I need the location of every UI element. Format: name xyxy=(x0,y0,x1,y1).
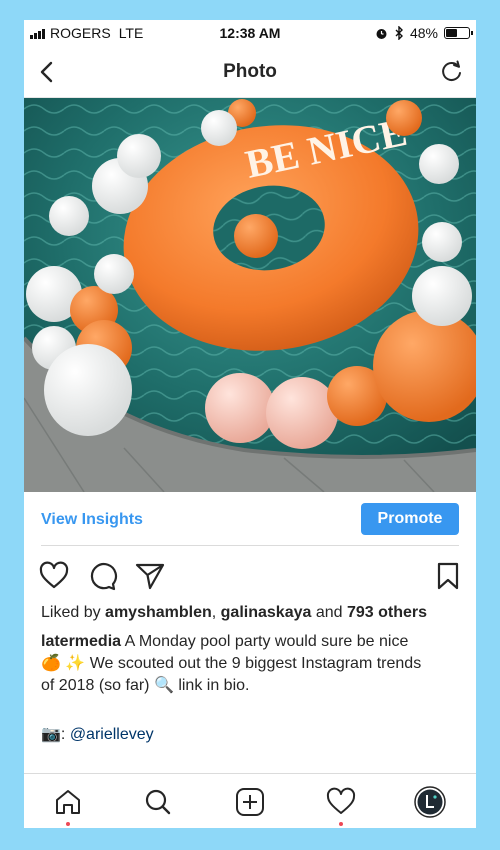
view-insights-link[interactable]: View Insights xyxy=(41,511,143,529)
tab-bar xyxy=(24,773,476,828)
bookmark-icon[interactable] xyxy=(432,560,464,592)
caption-username[interactable]: latermedia xyxy=(41,633,121,650)
phone-screen: ROGERS LTE 12:38 AM 48% Photo BE NICE Vi… xyxy=(24,20,476,828)
add-icon[interactable] xyxy=(234,786,266,818)
credit-mention-link[interactable]: @ariellevey xyxy=(70,726,154,743)
status-right: 48% xyxy=(375,25,473,41)
likes-prefix: Liked by xyxy=(41,604,106,621)
status-bar: ROGERS LTE 12:38 AM 48% xyxy=(24,20,476,46)
pool-photo-image: BE NICE xyxy=(24,98,476,492)
caption-text-2: 🍊 ✨ We scouted out the 9 biggest Instagr… xyxy=(41,655,422,672)
notification-dot xyxy=(66,822,70,826)
likes-and: and xyxy=(311,604,347,621)
likes-separator: , xyxy=(211,604,221,621)
likes-line: Liked by amyshamblen, galinaskaya and 79… xyxy=(41,604,427,622)
liker-link[interactable]: amyshamblen xyxy=(105,604,212,621)
photo-credit: 📷: @ariellevey xyxy=(41,724,154,744)
divider xyxy=(41,545,459,546)
page-title: Photo xyxy=(223,61,277,82)
heart-icon[interactable] xyxy=(38,560,70,592)
battery-fill xyxy=(446,29,457,37)
others-link[interactable]: 793 others xyxy=(347,604,427,621)
caption-text-3: of 2018 (so far) 🔍 link in bio. xyxy=(41,677,250,694)
insights-row: View Insights Promote xyxy=(24,492,476,546)
promote-button[interactable]: Promote xyxy=(361,503,459,535)
share-icon[interactable] xyxy=(134,560,166,592)
post-caption: latermedia A Monday pool party would sur… xyxy=(41,631,461,697)
liker-link[interactable]: galinaskaya xyxy=(221,604,312,621)
post-actions xyxy=(24,552,476,598)
bluetooth-icon xyxy=(395,26,403,40)
nav-bar: Photo xyxy=(24,46,476,98)
notification-dot xyxy=(339,822,343,826)
profile-icon[interactable] xyxy=(414,786,446,818)
credit-prefix: 📷: xyxy=(41,726,70,743)
battery-icon xyxy=(444,27,473,39)
activity-icon[interactable] xyxy=(325,786,357,818)
search-icon[interactable] xyxy=(142,786,174,818)
refresh-icon[interactable] xyxy=(438,58,466,86)
home-icon[interactable] xyxy=(52,786,84,818)
comment-icon[interactable] xyxy=(86,560,118,592)
caption-text-1: A Monday pool party would sure be nice xyxy=(121,633,409,650)
alarm-icon xyxy=(376,28,387,39)
battery-percent: 48% xyxy=(409,25,438,41)
post-photo[interactable]: BE NICE xyxy=(24,98,476,492)
